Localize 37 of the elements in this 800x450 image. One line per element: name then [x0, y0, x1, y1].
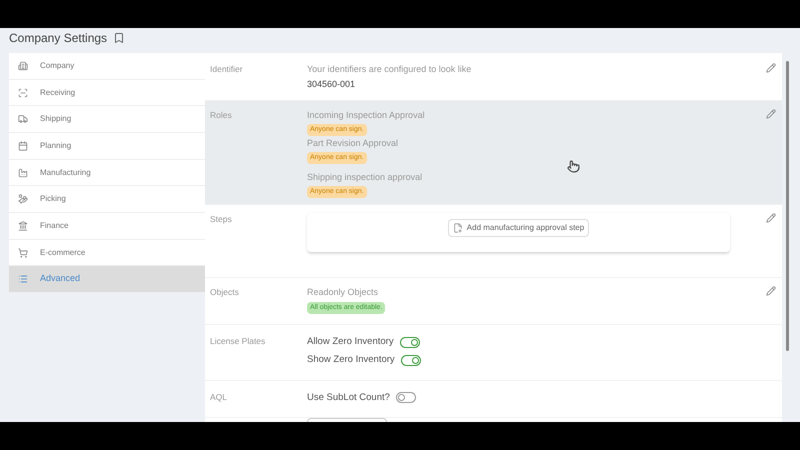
toggle-switch[interactable]: [400, 354, 421, 366]
calendar-icon: [18, 140, 28, 151]
section-label: License Plates: [210, 335, 266, 348]
toggle-label: Allow Zero Inventory: [307, 335, 394, 349]
edit-icon[interactable]: [766, 213, 776, 223]
list-icon: [18, 274, 28, 284]
section-label: Objects: [210, 286, 240, 299]
section-label: Steps: [210, 213, 233, 226]
scan-icon: [18, 88, 28, 98]
factory-icon: [18, 168, 28, 178]
toggle-switch[interactable]: [396, 392, 416, 404]
add-step-button[interactable]: Add manufacturing approval step: [448, 219, 590, 237]
identifier-value: 304560-001: [307, 78, 356, 90]
toggle-label: Show Zero Inventory: [307, 353, 395, 368]
truck-icon: [18, 114, 28, 124]
sidebar-item[interactable]: Advanced: [9, 266, 205, 294]
hand-coins-icon: [18, 194, 28, 204]
pointer-cursor-icon: [567, 160, 580, 173]
file-add-icon: [452, 223, 463, 233]
role-name: Part Revision Approval: [307, 137, 398, 150]
bookmark-icon[interactable]: [113, 32, 126, 44]
section-label: Identifier: [210, 63, 244, 76]
identifier-description: Your identifiers are configured to look like: [307, 63, 472, 76]
edit-icon[interactable]: [766, 63, 776, 73]
role-name: Shipping inspection approval: [307, 171, 422, 184]
section-label: AQL: [210, 390, 228, 404]
section-label: Roles: [210, 109, 233, 122]
objects-title: Readonly Objects: [307, 286, 378, 299]
bank-icon: [18, 220, 28, 231]
edit-icon[interactable]: [766, 286, 776, 296]
toggle-switch[interactable]: [400, 336, 420, 348]
role-name: Incoming Inspection Approval: [307, 109, 425, 122]
page-title: Company Settings: [9, 30, 108, 47]
building-icon: [18, 60, 28, 71]
cart-icon: [18, 248, 28, 258]
edit-icon[interactable]: [766, 109, 776, 119]
toggle-label: Use SubLot Count?: [307, 390, 390, 404]
